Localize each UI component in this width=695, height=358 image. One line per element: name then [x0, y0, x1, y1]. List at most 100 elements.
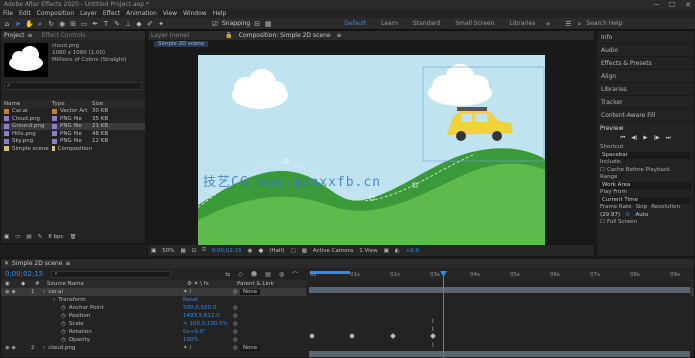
row-value[interactable]: ∞ 100.0,100.0%	[183, 321, 233, 327]
puppet-tool-icon[interactable]: ✦	[157, 20, 165, 28]
settings-icon[interactable]: ✎	[38, 234, 43, 240]
layer-panel-tab[interactable]: Layer (none)	[151, 32, 189, 39]
row-eye-icon[interactable]: ◉ ◆	[1, 345, 31, 351]
pickwhip-icon[interactable]: ◎	[233, 345, 238, 351]
project-item[interactable]: Cloud.png PNG file 35 KB	[1, 115, 145, 123]
row-value[interactable]: 500.0,500.0	[183, 305, 233, 311]
workspace-menu-icon[interactable]: ☰	[564, 20, 572, 28]
pen-tool-icon[interactable]: ✒	[91, 20, 99, 28]
rotate-tool-icon[interactable]: ↻	[47, 20, 55, 28]
menu-composition[interactable]: Composition	[37, 10, 74, 17]
right-panel-item[interactable]: Audio	[597, 44, 694, 57]
row-expand-icon[interactable]: ›	[43, 289, 45, 295]
project-item[interactable]: Ground.png PNG file 21 KB	[1, 122, 145, 130]
comp-breadcrumb[interactable]: Simple 2D scene	[154, 41, 209, 47]
comp-flowchart-icon[interactable]: ⇆	[225, 271, 230, 278]
workspace-standard[interactable]: Standard	[407, 20, 446, 27]
menu-effect[interactable]: Effect	[103, 10, 120, 17]
skip-value[interactable]: 0	[626, 212, 630, 220]
panel-menu-icon[interactable]: ≡	[28, 32, 33, 39]
row-value[interactable]: 1493.5,612.0	[183, 313, 233, 319]
menu-window[interactable]: Window	[183, 10, 207, 17]
position-keyframe-1[interactable]	[309, 333, 315, 339]
composition-tab[interactable]: Composition: Simple 2D scene	[239, 32, 331, 39]
motion-blur-icon[interactable]: ◍	[279, 271, 284, 278]
graph-editor-icon[interactable]: ⌒	[292, 270, 298, 279]
row-expand-icon[interactable]: ◷	[61, 329, 66, 335]
search-icon[interactable]: ⌕	[575, 20, 583, 28]
right-panel-item[interactable]: Align	[597, 70, 694, 83]
camera-select[interactable]: Active Camera	[313, 248, 353, 254]
trash-icon[interactable]: 🗑	[69, 234, 76, 240]
brush-tool-icon[interactable]: ✎	[113, 20, 121, 28]
pickwhip-icon[interactable]: ◎	[233, 289, 238, 295]
close-tab-icon[interactable]: ✕	[4, 260, 9, 267]
snapshot-icon[interactable]: ⌼	[202, 247, 205, 254]
row-expand-icon[interactable]: ◷	[61, 305, 66, 311]
link-icon[interactable]: ◎	[233, 313, 238, 319]
range-select[interactable]: Work Area	[600, 181, 691, 189]
timeline-search-input[interactable]: ⌕	[51, 270, 172, 278]
new-folder-icon[interactable]: ▭	[15, 234, 20, 240]
interpret-footage-icon[interactable]: ▣	[4, 234, 9, 240]
project-tab[interactable]: Project	[4, 32, 25, 39]
search-help-input[interactable]: Search Help	[586, 20, 622, 27]
col-size[interactable]: Size	[92, 101, 103, 107]
parent-select[interactable]: None	[239, 345, 261, 351]
link-icon[interactable]: ◎	[233, 305, 238, 311]
source-name-col[interactable]: Source Name	[47, 281, 187, 287]
row-value[interactable]: 100%	[183, 337, 233, 343]
timeline-menu-icon[interactable]: ≡	[65, 260, 70, 267]
resolution-select[interactable]: Auto	[636, 212, 649, 220]
workspace-learn[interactable]: Learn	[375, 20, 404, 27]
timeline-timecode[interactable]: 0;00;02;15	[5, 270, 43, 278]
project-item[interactable]: Sky.png PNG file 12 KB	[1, 138, 145, 146]
close-icon[interactable]: ✕	[685, 1, 691, 9]
row-expand-icon[interactable]: ›	[43, 345, 45, 351]
minimize-icon[interactable]: ─	[655, 1, 659, 9]
position-keyframe-2[interactable]	[349, 333, 355, 339]
camera-icon[interactable]: ◉	[248, 248, 253, 254]
layer-1-bar[interactable]	[309, 287, 690, 293]
full-screen-checkbox[interactable]: ☐	[600, 219, 605, 227]
menu-animation[interactable]: Animation	[126, 10, 157, 17]
roto-brush-tool-icon[interactable]: ✐	[146, 20, 154, 28]
right-panel-item[interactable]: Tracker	[597, 96, 694, 109]
col-type[interactable]: Type	[52, 101, 92, 107]
zoom-select[interactable]: 50%	[162, 248, 174, 254]
link-icon[interactable]: ◎	[233, 321, 238, 327]
link-icon[interactable]: ◎	[233, 337, 238, 343]
shy-icon[interactable]: ☻	[251, 271, 257, 278]
snap-options-icon[interactable]: ⊟	[253, 20, 261, 28]
last-frame-icon[interactable]: ⏭	[666, 135, 671, 143]
menu-edit[interactable]: Edit	[19, 10, 31, 17]
pan-behind-tool-icon[interactable]: ⊞	[69, 20, 77, 28]
clone-stamp-tool-icon[interactable]: ⊥	[124, 20, 132, 28]
right-panel-item[interactable]: Content-Aware Fill	[597, 109, 694, 122]
roi-icon[interactable]: ▢	[291, 248, 296, 254]
time-ruler[interactable]: 0s 01s 02s 03s 04s 05s 06s 07s 08s 09s	[306, 271, 690, 281]
play-icon[interactable]: ▶	[643, 135, 647, 143]
workspace-libraries[interactable]: Libraries	[503, 20, 541, 27]
cache-checkbox[interactable]: ☐	[600, 167, 605, 175]
zoom-tool-icon[interactable]: ⌕	[36, 20, 44, 28]
fit-icon[interactable]: ⊡	[192, 248, 197, 254]
shortcut-select[interactable]: Spacebar	[600, 151, 691, 159]
toggle-pixel-icon[interactable]: ▣	[384, 248, 389, 254]
project-item[interactable]: Simple scene Composition	[1, 145, 145, 153]
transparency-grid-icon[interactable]: ▩	[302, 248, 307, 254]
project-item[interactable]: Hills.png PNG file 48 KB	[1, 130, 145, 138]
row-expand-icon[interactable]: ◷	[61, 337, 66, 343]
row-expand-icon[interactable]: ◷	[61, 313, 66, 319]
safe-margins-icon[interactable]: ▦	[180, 248, 185, 254]
row-eye-icon[interactable]: ◉ ◆	[1, 289, 31, 295]
right-panel-item[interactable]: Effects & Presets	[597, 57, 694, 70]
hand-tool-icon[interactable]: ✋	[25, 20, 34, 28]
prev-frame-icon[interactable]: ◀|	[631, 135, 637, 143]
views-select[interactable]: 1 View	[359, 248, 377, 254]
row-value[interactable]: 0x+0.0°	[183, 329, 233, 335]
workspace-overflow-icon[interactable]: »	[544, 20, 552, 28]
project-search-input[interactable]: ⌕	[4, 82, 142, 90]
menu-view[interactable]: View	[163, 10, 177, 17]
color-channel-icon[interactable]: ●	[258, 248, 263, 254]
